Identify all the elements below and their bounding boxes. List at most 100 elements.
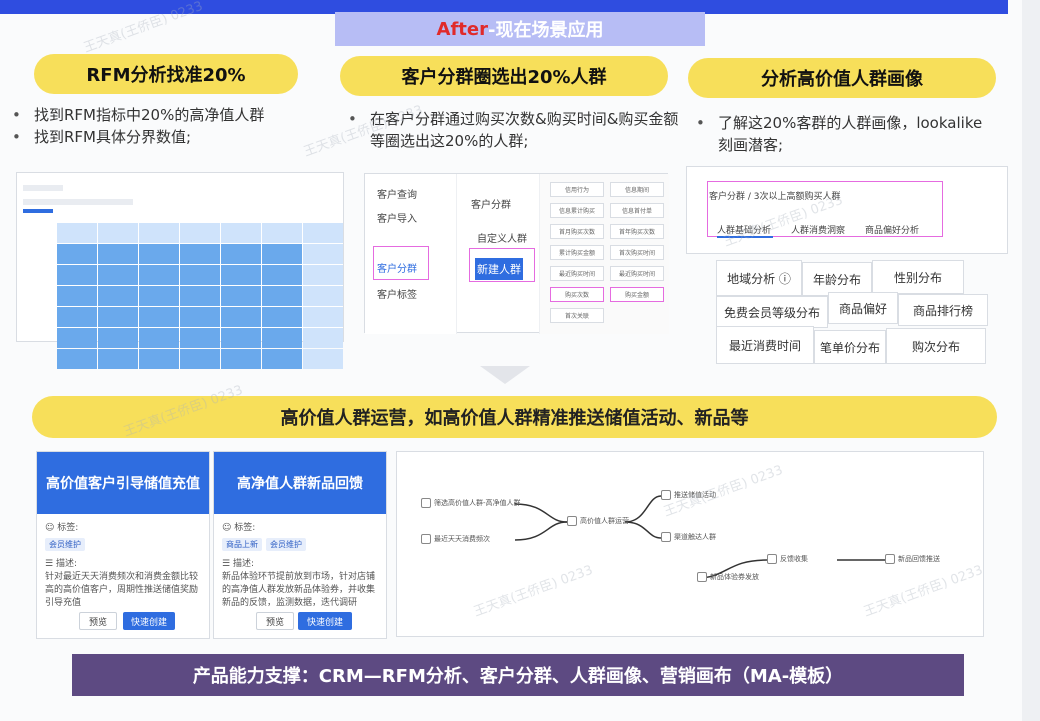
attr-recent-consumption[interactable]: 最近消费时间 <box>716 326 814 364</box>
tag-label: ☺ 标签: <box>45 523 79 533</box>
rfm-cell <box>180 244 220 264</box>
segment-title: 客户分群 <box>471 200 511 211</box>
rfm-cell <box>139 349 179 369</box>
flow-node[interactable]: 渠道触达人群 <box>661 532 716 542</box>
criteria-chip[interactable]: 信息首付单 <box>610 203 664 218</box>
rfm-cell <box>98 223 138 243</box>
criteria-chip[interactable]: 首次关联 <box>550 308 604 323</box>
attr-member-level[interactable]: 免费会员等级分布 <box>716 296 828 328</box>
rfm-cell <box>139 265 179 285</box>
criteria-chip[interactable]: 购买金额 <box>610 287 664 302</box>
node-icon <box>421 498 431 508</box>
after-title: -现在场景应用 <box>487 20 604 41</box>
criteria-chip[interactable]: 最近购买时间 <box>610 266 664 281</box>
rfm-cell <box>139 307 179 327</box>
node-icon <box>567 516 577 526</box>
preview-button[interactable]: 预览 <box>79 612 117 630</box>
after-banner: After -现在场景应用 <box>335 12 705 46</box>
desc-icon: ☰ <box>45 559 56 569</box>
segment-sidebar: 客户查询 客户导入 客户分群 客户标签 <box>365 174 457 334</box>
criteria-chip[interactable]: 购买次数 <box>550 287 604 302</box>
rfm-cell <box>57 265 97 285</box>
rfm-cell <box>139 286 179 306</box>
quick-create-button[interactable]: 快速创建 <box>123 612 175 630</box>
quick-create-button[interactable]: 快速创建 <box>298 612 352 630</box>
rfm-cell <box>180 349 220 369</box>
rfm-active-tab <box>23 209 53 213</box>
flow-node[interactable]: 最近天天消费频次 <box>421 534 490 544</box>
card-desc: 新品体验环节提前放到市场，针对店铺的高净值人群发放新品体验券，并收集新品的反馈，… <box>222 572 376 608</box>
desc-label: ☰ 描述: <box>222 559 254 569</box>
attr-unit-price[interactable]: 笔单价分布 <box>814 330 886 364</box>
rfm-cell <box>303 223 343 243</box>
node-icon <box>661 490 671 500</box>
rfm-cell <box>303 286 343 306</box>
node-icon <box>661 532 671 542</box>
card-body: ☺ 标签: 商品上新 会员维护 ☰ 描述: 新品体验环节提前放到市场，针对店铺的高… <box>214 514 386 618</box>
card-desc: 针对最近天天消费频次和消费金额比较高的高价值客户，周期性推送储值奖励引导充值 <box>45 572 199 608</box>
rfm-cell <box>303 328 343 348</box>
template-card[interactable]: 高净值人群新品回馈 ☺ 标签: 商品上新 会员维护 ☰ 描述: 新品体验环节提前放… <box>213 451 387 639</box>
attr-product-pref[interactable]: 商品偏好 <box>828 292 898 324</box>
criteria-chip[interactable]: 信息期间 <box>610 182 664 197</box>
criteria-chip[interactable]: 首月购买次数 <box>550 224 604 239</box>
preview-button[interactable]: 预览 <box>256 612 294 630</box>
profile-screenshot: 客户分群 / 3次以上高额购买人群 人群基础分析 人群消费洞察 商品偏好分析 <box>686 166 1008 254</box>
rfm-cell <box>221 328 261 348</box>
rfm-cell <box>303 265 343 285</box>
operation-pill: 高价值人群运营，如高价值人群精准推送储值活动、新品等 <box>32 396 997 438</box>
flow-node[interactable]: 高价值人群运营 <box>567 516 629 526</box>
rfm-cell <box>262 328 302 348</box>
criteria-chip[interactable]: 首年购买次数 <box>610 224 664 239</box>
tab-product-preference[interactable]: 商品偏好分析 <box>865 223 919 236</box>
criteria-chip[interactable]: 信息累计购买 <box>550 203 604 218</box>
flow-node[interactable]: 推送储值活动 <box>661 490 716 500</box>
flow-node[interactable]: 筛选高价值人群-高净值人群 <box>421 498 521 508</box>
scrollbar-rail[interactable] <box>1022 0 1040 721</box>
rfm-cell <box>221 223 261 243</box>
node-icon <box>885 554 895 564</box>
template-card[interactable]: 高价值客户引导储值充值 ☺ 标签: 会员维护 ☰ 描述: 针对最近天天消费频次和… <box>36 451 210 639</box>
attr-age[interactable]: 年龄分布 <box>802 262 872 296</box>
node-icon <box>767 554 777 564</box>
segment-pill: 客户分群圈选出20%人群 <box>340 56 668 96</box>
tab-crowd-basic[interactable]: 人群基础分析 <box>717 223 771 236</box>
criteria-chip[interactable]: 首次购买时间 <box>610 245 664 260</box>
rfm-cell <box>221 286 261 306</box>
menu-customer-query[interactable]: 客户查询 <box>377 186 417 201</box>
rfm-cell <box>98 265 138 285</box>
rfm-cell <box>180 307 220 327</box>
flow-node[interactable]: 反馈收集 <box>767 554 808 564</box>
criteria-chip[interactable]: 信用行为 <box>550 182 604 197</box>
rfm-cell <box>180 223 220 243</box>
attr-product-rank[interactable]: 商品排行榜 <box>898 294 988 326</box>
attr-region[interactable]: 地域分析 ⓘ <box>716 260 802 296</box>
segment-screenshot: 客户查询 客户导入 客户分群 客户标签 客户分群 自定义人群 新建人群 信用行为… <box>364 173 669 334</box>
criteria-chip[interactable]: 累计购买金额 <box>550 245 604 260</box>
profile-bullets: 了解这20%客群的人群画像，lookalike刻画潜客; <box>692 112 992 156</box>
flow-node[interactable]: 新品体验券发放 <box>697 572 759 582</box>
menu-customer-import[interactable]: 客户导入 <box>377 210 417 225</box>
tag: 会员维护 <box>266 538 306 551</box>
rfm-cell <box>262 223 302 243</box>
rfm-cell <box>139 328 179 348</box>
menu-customer-tags[interactable]: 客户标签 <box>377 286 417 301</box>
profile-bullet: 了解这20%客群的人群画像，lookalike刻画潜客; <box>692 112 992 156</box>
rfm-cell <box>180 328 220 348</box>
rfm-cell <box>57 349 97 369</box>
rfm-cell <box>262 349 302 369</box>
flow-node[interactable]: 新品回馈推送 <box>885 554 940 564</box>
active-tab-underline <box>717 236 773 238</box>
rfm-cell <box>98 328 138 348</box>
criteria-chip[interactable]: 最近购买时间 <box>550 266 604 281</box>
rfm-cell <box>98 349 138 369</box>
desc-label: ☰ 描述: <box>45 559 77 569</box>
tab-consumption-insight[interactable]: 人群消费洞察 <box>791 223 845 236</box>
attr-purchase-count[interactable]: 购次分布 <box>886 328 986 364</box>
marketing-canvas: 筛选高价值人群-高净值人群 最近天天消费频次 高价值人群运营 推送储值活动 渠道… <box>396 451 984 637</box>
tag: 会员维护 <box>45 538 85 551</box>
rfm-cell <box>262 307 302 327</box>
rfm-cell <box>98 244 138 264</box>
attr-gender[interactable]: 性别分布 <box>872 260 964 294</box>
rfm-cell <box>221 265 261 285</box>
